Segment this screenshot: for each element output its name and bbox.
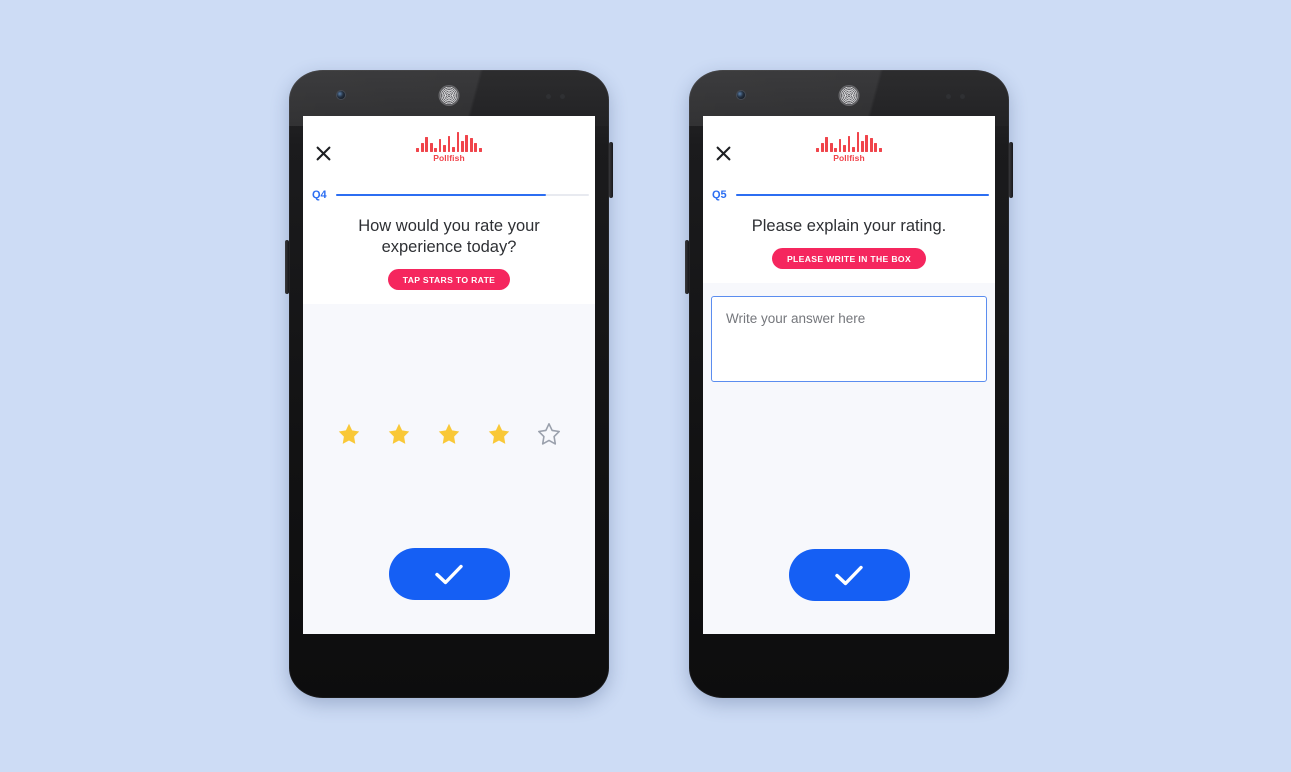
- brand-logo: Pollfish: [404, 131, 494, 163]
- close-button[interactable]: [311, 141, 335, 165]
- phone-top-bezel: [689, 70, 1009, 116]
- star-filled-icon[interactable]: [387, 422, 411, 446]
- waveform-icon: [804, 131, 894, 152]
- phone-mockup-right: Pollfish Q5 Please explain your rating. …: [685, 70, 1013, 698]
- answer-input[interactable]: [711, 295, 987, 382]
- close-icon: [316, 146, 330, 160]
- front-camera-icon: [737, 91, 745, 99]
- front-camera-icon: [337, 91, 345, 99]
- brand-name: Pollfish: [433, 153, 465, 163]
- progress-fill: [735, 193, 989, 197]
- hint-badge: PLEASE WRITE IN THE BOX: [771, 248, 927, 269]
- proximity-sensor-icon: [546, 94, 551, 99]
- progress-row: Q5: [703, 184, 995, 206]
- phone-top-bezel: [289, 70, 609, 116]
- check-icon: [435, 564, 463, 585]
- waveform-icon: [404, 131, 494, 152]
- volume-button[interactable]: [685, 240, 689, 294]
- question-number-label: Q4: [312, 189, 327, 201]
- earpiece-speaker-icon: [839, 86, 859, 105]
- submit-button[interactable]: [788, 549, 910, 601]
- brand-name: Pollfish: [833, 153, 865, 163]
- proximity-sensor-icon: [946, 94, 951, 99]
- progress-track: [335, 193, 589, 197]
- submit-area: [303, 548, 595, 600]
- phone-screen-left: Pollfish Q4 How would you rate your expe…: [303, 116, 595, 634]
- survey-body: [703, 282, 995, 634]
- question-block: Please explain your rating. PLEASE WRITE…: [703, 206, 995, 283]
- star-filled-icon[interactable]: [437, 422, 461, 446]
- close-icon: [716, 146, 730, 160]
- power-button[interactable]: [1009, 142, 1013, 198]
- brand-logo: Pollfish: [804, 131, 894, 163]
- check-icon: [835, 565, 863, 586]
- earpiece-speaker-icon: [439, 86, 459, 105]
- progress-track: [735, 193, 989, 197]
- submit-area: [703, 549, 995, 601]
- question-number-label: Q5: [712, 189, 727, 201]
- survey-header: Pollfish: [703, 116, 995, 184]
- close-button[interactable]: [711, 141, 735, 165]
- star-filled-icon[interactable]: [337, 422, 361, 446]
- survey-header: Pollfish: [303, 116, 595, 184]
- phone-mockup-left: Pollfish Q4 How would you rate your expe…: [285, 70, 613, 698]
- star-rating-control[interactable]: [303, 422, 595, 446]
- screenshot-stage: Pollfish Q4 How would you rate your expe…: [0, 0, 1291, 772]
- submit-button[interactable]: [388, 548, 510, 600]
- hint-badge: TAP STARS TO RATE: [387, 269, 511, 290]
- star-filled-icon[interactable]: [487, 422, 511, 446]
- question-block: How would you rate your experience today…: [303, 206, 595, 304]
- survey-body: [303, 303, 595, 634]
- answer-area: [703, 283, 995, 387]
- question-text: How would you rate your experience today…: [358, 217, 540, 257]
- light-sensor-icon: [560, 94, 565, 99]
- star-empty-icon[interactable]: [537, 422, 561, 446]
- power-button[interactable]: [609, 142, 613, 198]
- question-text: Please explain your rating.: [751, 217, 947, 235]
- progress-fill: [335, 193, 546, 197]
- phone-screen-right: Pollfish Q5 Please explain your rating. …: [703, 116, 995, 634]
- progress-row: Q4: [303, 184, 595, 206]
- light-sensor-icon: [960, 94, 965, 99]
- volume-button[interactable]: [285, 240, 289, 294]
